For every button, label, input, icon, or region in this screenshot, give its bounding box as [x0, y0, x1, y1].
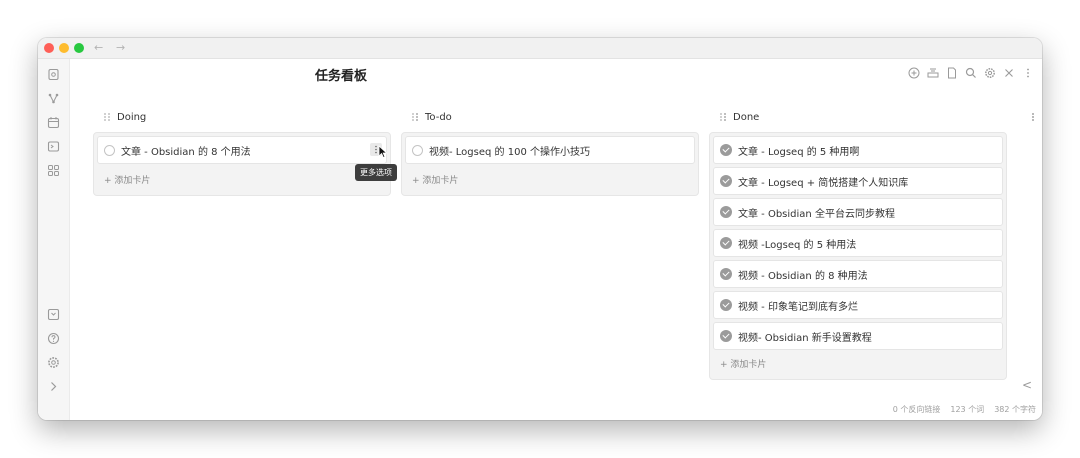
- nav-forward-button[interactable]: →: [116, 40, 125, 56]
- view-toolbar: [908, 67, 1034, 79]
- close-icon[interactable]: [1003, 67, 1015, 79]
- minimize-window-button[interactable]: [59, 43, 69, 53]
- card-text: 视频 - 印象笔记到底有多烂: [738, 301, 858, 313]
- calendar-icon[interactable]: [47, 116, 60, 129]
- terminal-icon[interactable]: [47, 140, 60, 153]
- zoom-window-button[interactable]: [74, 43, 84, 53]
- card-text: 视频- Logseq 的 100 个操作小技巧: [429, 146, 590, 158]
- nav-back-button[interactable]: ←: [94, 40, 103, 56]
- lane-title: Done: [733, 111, 760, 123]
- file-icon[interactable]: [946, 67, 958, 79]
- lane-title: Doing: [117, 111, 147, 123]
- card-checkbox[interactable]: [412, 144, 423, 156]
- checked-icon[interactable]: [720, 175, 732, 187]
- card-text: 视频 - Obsidian 的 8 种用法: [738, 270, 868, 282]
- kanban-card[interactable]: 视频- Obsidian 新手设置教程: [713, 322, 1003, 350]
- card-text: 文章 - Obsidian 全平台云同步教程: [738, 208, 895, 220]
- lane-title: To-do: [425, 111, 452, 123]
- checked-icon[interactable]: [720, 237, 732, 249]
- settings-icon[interactable]: [47, 356, 60, 369]
- add-card-button[interactable]: + 添加卡片: [412, 173, 458, 186]
- gear-icon[interactable]: [984, 67, 996, 79]
- card-text: 文章 - Logseq 的 5 种用啊: [738, 146, 860, 158]
- checked-icon[interactable]: [720, 206, 732, 218]
- kanban-card[interactable]: 文章 - Obsidian 的 8 个用法: [97, 136, 387, 164]
- checked-icon[interactable]: [720, 144, 732, 156]
- plus-circle-icon[interactable]: [908, 67, 920, 79]
- title-bar: ← →: [38, 38, 1042, 59]
- vault-icon[interactable]: [47, 308, 60, 321]
- lane-header-todo: To-do: [411, 108, 452, 126]
- layout-icon[interactable]: [927, 67, 939, 79]
- kanban-card[interactable]: 文章 - Obsidian 全平台云同步教程: [713, 198, 1003, 226]
- lane-menu-icon[interactable]: [1031, 111, 1035, 123]
- drag-handle-icon[interactable]: [411, 112, 419, 122]
- card-checkbox[interactable]: [104, 144, 115, 156]
- help-icon[interactable]: [47, 332, 60, 345]
- card-text: 视频- Obsidian 新手设置教程: [738, 332, 872, 344]
- card-text: 视频 -Logseq 的 5 种用法: [738, 239, 857, 251]
- more-options-tooltip: 更多选项: [355, 164, 397, 181]
- collapse-sidebar-button[interactable]: <: [1022, 378, 1032, 392]
- left-ribbon: [38, 59, 70, 420]
- expand-icon[interactable]: [47, 380, 60, 393]
- char-count: 382 个字符: [994, 405, 1036, 414]
- kanban-card[interactable]: 视频 - Obsidian 的 8 种用法: [713, 260, 1003, 288]
- kanban-card[interactable]: 视频 - 印象笔记到底有多烂: [713, 291, 1003, 319]
- note-content: 任务看板 Doing 文章 - Obsidian 的 8 个用法 + 添加卡片 …: [70, 59, 1042, 420]
- word-count: 123 个词: [950, 405, 985, 414]
- status-bar: 0 个反向链接 123 个词 382 个字符: [893, 404, 1036, 415]
- more-vertical-icon[interactable]: [1022, 67, 1034, 79]
- add-card-button[interactable]: + 添加卡片: [720, 357, 766, 370]
- lane-todo: 视频- Logseq 的 100 个操作小技巧 + 添加卡片: [401, 132, 699, 196]
- lane-header-doing: Doing: [103, 108, 146, 126]
- checked-icon[interactable]: [720, 268, 732, 280]
- graph-icon[interactable]: [47, 92, 60, 105]
- kanban-card[interactable]: 视频 -Logseq 的 5 种用法: [713, 229, 1003, 257]
- grid-icon[interactable]: [47, 164, 60, 177]
- backlinks-count[interactable]: 0 个反向链接: [893, 404, 941, 415]
- lane-header-done: Done: [719, 108, 759, 126]
- kanban-card[interactable]: 视频- Logseq 的 100 个操作小技巧: [405, 136, 695, 164]
- checked-icon[interactable]: [720, 330, 732, 342]
- card-text: 文章 - Obsidian 的 8 个用法: [121, 146, 251, 158]
- drag-handle-icon[interactable]: [103, 112, 111, 122]
- checked-icon[interactable]: [720, 299, 732, 311]
- open-file-icon[interactable]: [47, 68, 60, 81]
- mouse-cursor-icon: [378, 145, 388, 159]
- search-icon[interactable]: [965, 67, 977, 79]
- kanban-card[interactable]: 文章 - Logseq 的 5 种用啊: [713, 136, 1003, 164]
- close-window-button[interactable]: [44, 43, 54, 53]
- drag-handle-icon[interactable]: [719, 112, 727, 122]
- note-title: 任务看板: [315, 69, 368, 84]
- app-window: ← → 任务看板 Doing 文章 - Obsidian 的 8 个用法 + 添…: [38, 38, 1042, 420]
- lane-doing: 文章 - Obsidian 的 8 个用法 + 添加卡片: [93, 132, 391, 196]
- add-card-button[interactable]: + 添加卡片: [104, 173, 150, 186]
- card-text: 文章 - Logseq + 简悦搭建个人知识库: [738, 177, 909, 189]
- kanban-card[interactable]: 文章 - Logseq + 简悦搭建个人知识库: [713, 167, 1003, 195]
- lane-done: 文章 - Logseq 的 5 种用啊 文章 - Logseq + 简悦搭建个人…: [709, 132, 1007, 380]
